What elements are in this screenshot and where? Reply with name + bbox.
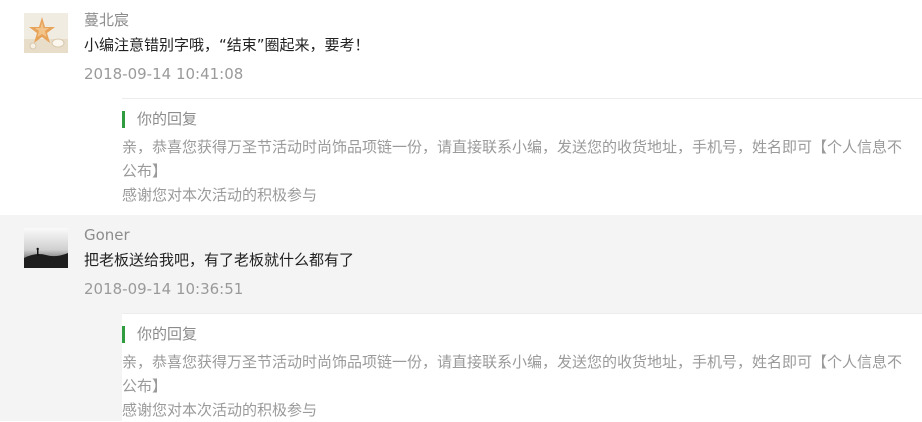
reply-block: 你的回复 亲，恭喜您获得万圣节活动时尚饰品项链一份，请直接联系小编，发送您的收货… <box>122 313 922 422</box>
comment-time: 2018-09-14 10:41:08 <box>84 65 244 83</box>
comment-item: 蔓北宸 小编注意错别字哦，“结束”圈起来，要考！ 2018-09-14 10:4… <box>0 0 922 215</box>
reply-body: 亲，恭喜您获得万圣节活动时尚饰品项链一份，请直接联系小编，发送您的收货地址，手机… <box>122 353 903 395</box>
reply-block: 你的回复 亲，恭喜您获得万圣节活动时尚饰品项链一份，请直接联系小编，发送您的收货… <box>122 98 922 207</box>
comment-text: 小编注意错别字哦，“结束”圈起来，要考！ <box>84 36 370 54</box>
reply-thanks: 感谢您对本次活动的积极参与 <box>122 401 318 419</box>
reply-label: 你的回复 <box>122 326 908 343</box>
reply-label: 你的回复 <box>122 111 908 128</box>
comment-item: Goner 把老板送给我吧，有了老板就什么都有了 2018-09-14 10:3… <box>0 215 922 422</box>
reply-body: 亲，恭喜您获得万圣节活动时尚饰品项链一份，请直接联系小编，发送您的收货地址，手机… <box>122 138 903 180</box>
avatar[interactable] <box>24 13 68 53</box>
comment-time: 2018-09-14 10:36:51 <box>84 280 244 298</box>
comment-list: 蔓北宸 小编注意错别字哦，“结束”圈起来，要考！ 2018-09-14 10:4… <box>0 0 922 422</box>
landscape-icon <box>24 228 68 268</box>
starfish-icon <box>24 13 68 53</box>
comment-text: 把老板送给我吧，有了老板就什么都有了 <box>84 251 355 269</box>
comment-author: 蔓北宸 <box>84 11 130 29</box>
comment-author: Goner <box>84 226 130 244</box>
avatar[interactable] <box>24 228 68 268</box>
reply-thanks: 感谢您对本次活动的积极参与 <box>122 186 318 204</box>
